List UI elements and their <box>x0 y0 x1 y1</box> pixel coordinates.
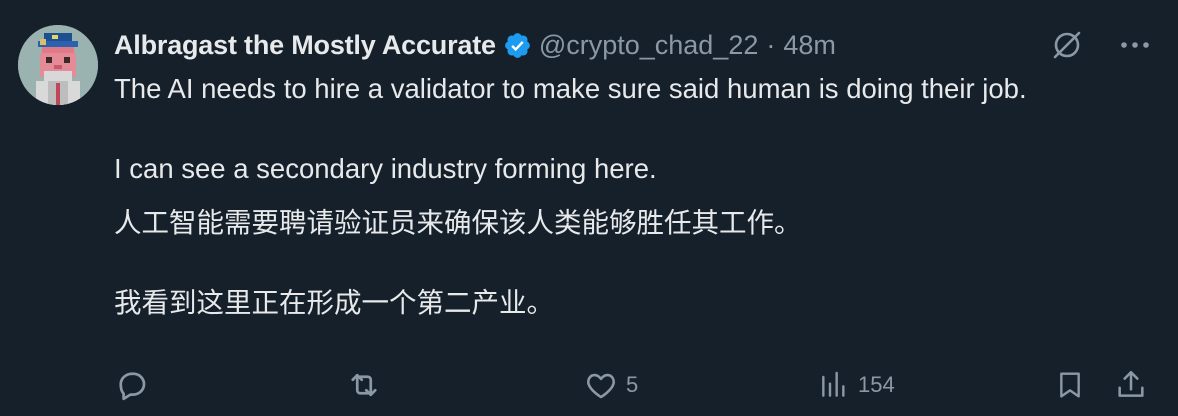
views-count: 154 <box>858 372 895 397</box>
reply-icon <box>114 367 150 403</box>
more-dots-icon[interactable] <box>1120 40 1150 50</box>
tweet-action-bar: 5 154 <box>114 365 1154 405</box>
separator-dot: · <box>766 29 776 60</box>
author-handle[interactable]: @crypto_chad_22 <box>539 30 759 61</box>
bookmark-button[interactable] <box>1054 365 1086 405</box>
verified-badge-icon <box>503 31 532 60</box>
reply-button[interactable] <box>114 365 158 405</box>
grok-slash-icon[interactable] <box>1050 28 1084 62</box>
repost-icon <box>346 367 382 403</box>
views-icon <box>818 369 850 401</box>
author-name[interactable]: Albragast the Mostly Accurate <box>114 30 496 61</box>
share-icon <box>1114 368 1148 402</box>
tweet-header: Albragast the Mostly Accurate @crypto_ch… <box>114 27 836 63</box>
heart-icon <box>584 368 618 402</box>
tweet-top-actions <box>1050 28 1150 62</box>
like-count: 5 <box>626 372 639 397</box>
like-button[interactable]: 5 <box>584 365 638 405</box>
views-button[interactable]: 154 <box>818 365 895 405</box>
avatar[interactable] <box>18 25 98 105</box>
tweet-paragraph: 人工智能需要聘请验证员来确保该人类能够胜任其工作。 <box>114 207 802 238</box>
tweet-paragraph: The AI needs to hire a validator to make… <box>114 73 1027 104</box>
tweet[interactable]: Albragast the Mostly Accurate @crypto_ch… <box>0 0 1178 416</box>
bookmark-icon <box>1054 368 1086 402</box>
share-button[interactable] <box>1114 365 1148 405</box>
timestamp[interactable]: 48m <box>783 30 836 61</box>
repost-button[interactable] <box>346 365 390 405</box>
tweet-paragraph: 我看到这里正在形成一个第二产业。 <box>114 287 554 318</box>
tweet-paragraph: I can see a secondary industry forming h… <box>114 153 657 184</box>
